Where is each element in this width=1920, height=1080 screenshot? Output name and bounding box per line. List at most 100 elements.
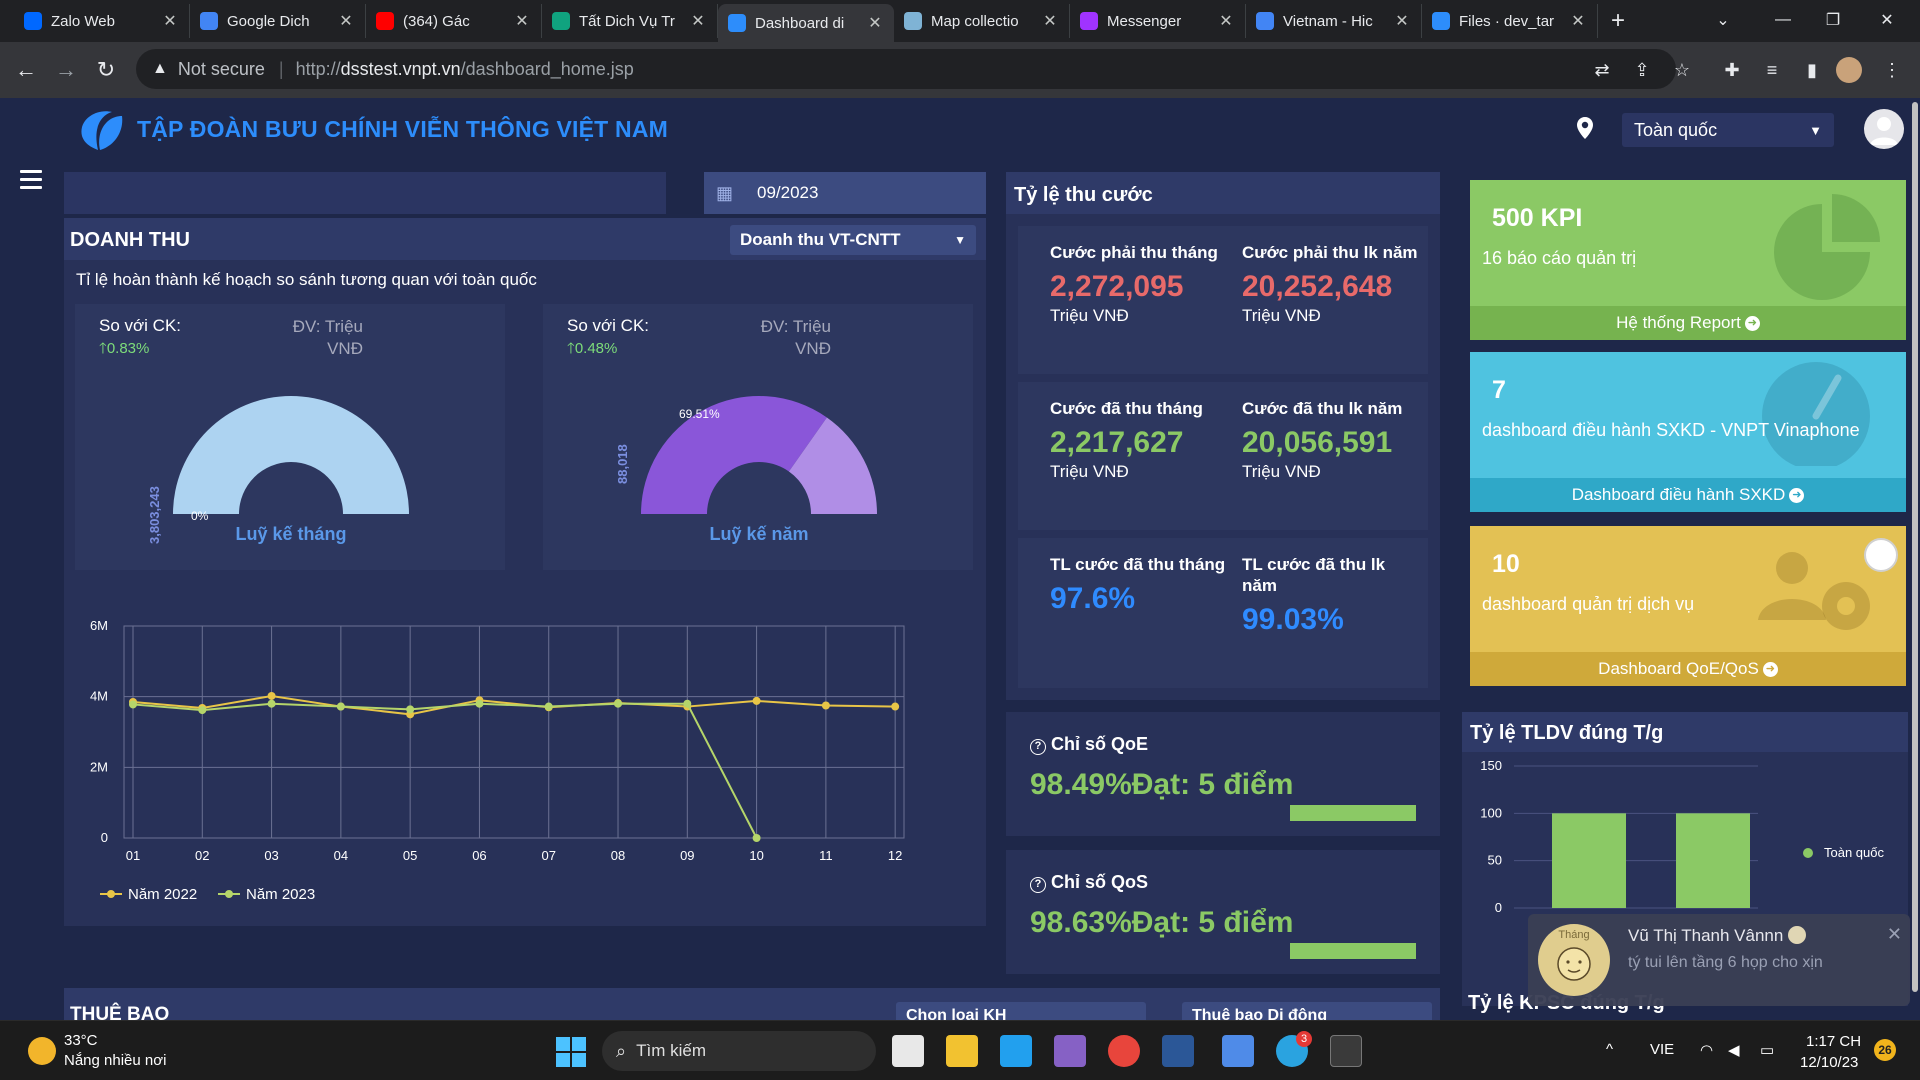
browser-tab[interactable]: (364) Gác ✕	[366, 4, 542, 38]
tldv-bar[interactable]	[1552, 813, 1626, 908]
bookmark-star-icon[interactable]: ☆	[1666, 54, 1698, 86]
browser-tab[interactable]: Vietnam - Hic ✕	[1246, 4, 1422, 38]
menu-kebab-icon[interactable]: ⋮	[1876, 54, 1908, 86]
series-point[interactable]	[821, 701, 830, 710]
vscode-icon[interactable]	[1000, 1035, 1032, 1067]
clock-date[interactable]: 12/10/23	[1800, 1054, 1858, 1071]
tldv-bar[interactable]	[1676, 813, 1750, 908]
wifi-icon[interactable]: ◠	[1700, 1041, 1713, 1059]
customer-type-select[interactable]: Chọn loại KH	[896, 1002, 1146, 1020]
close-tab-icon[interactable]: ✕	[1569, 11, 1587, 31]
legend-label[interactable]: Năm 2023	[246, 886, 315, 902]
scrollbar-thumb[interactable]	[1912, 102, 1918, 992]
series-point[interactable]	[614, 699, 623, 708]
reload-button[interactable]: ↻	[86, 50, 126, 90]
series-point[interactable]	[336, 702, 345, 711]
series-point[interactable]	[267, 699, 276, 708]
kpi-card-link[interactable]: Dashboard điều hành SXKD ➜	[1470, 478, 1906, 512]
share-icon[interactable]: ⇪	[1626, 54, 1658, 86]
chat-notification-toast[interactable]: Tháng Vũ Thị Thanh Vânnn tý tui lên tầng…	[1528, 914, 1910, 1006]
series-point[interactable]	[891, 702, 900, 711]
help-circle-icon[interactable]: ?	[1030, 739, 1046, 755]
media-control-icon[interactable]: ≡	[1756, 54, 1788, 86]
chrome-icon[interactable]	[1108, 1035, 1140, 1067]
close-tab-icon[interactable]: ✕	[1393, 11, 1411, 31]
hamburger-menu-icon[interactable]	[20, 170, 42, 190]
battery-icon[interactable]: ▭	[1760, 1041, 1774, 1059]
browser-tab[interactable]: Tất Dich Vụ Tr ✕	[542, 4, 718, 38]
browser-tab[interactable]: Map collectio ✕	[894, 4, 1070, 38]
close-tab-icon[interactable]: ✕	[1041, 11, 1059, 31]
browser-tab[interactable]: Dashboard di ✕	[718, 4, 894, 42]
side-panel-icon[interactable]: ▮	[1796, 54, 1828, 86]
series-point[interactable]	[544, 702, 553, 711]
word-icon[interactable]	[1162, 1035, 1194, 1067]
revenue-type-select[interactable]: Doanh thu VT-CNTT ▼	[730, 225, 976, 255]
notification-badge[interactable]: 26	[1874, 1039, 1896, 1061]
tab-search-icon[interactable]: ⌄	[1700, 0, 1746, 40]
series-point[interactable]	[752, 834, 761, 842]
notepad-icon[interactable]	[1222, 1035, 1254, 1067]
close-icon[interactable]: ✕	[1887, 924, 1902, 945]
subscriber-type-select[interactable]: Thuê bao Di động	[1182, 1002, 1432, 1020]
close-tab-icon[interactable]: ✕	[513, 11, 531, 31]
user-avatar[interactable]	[1864, 109, 1904, 149]
series-point[interactable]	[198, 706, 207, 715]
profile-icon[interactable]	[1836, 57, 1862, 83]
close-window-button[interactable]: ✕	[1864, 0, 1910, 40]
forward-button[interactable]: →	[46, 50, 86, 90]
close-tab-icon[interactable]: ✕	[337, 11, 355, 31]
legend-label[interactable]: Toàn quốc	[1824, 845, 1884, 860]
chatgpt-float-icon[interactable]	[1864, 538, 1898, 572]
address-separator: |	[278, 58, 284, 79]
clock-time[interactable]: 1:17 CH	[1806, 1033, 1861, 1050]
address-bar[interactable]: ▲ Not secure | http://dsstest.vnpt.vn/da…	[136, 49, 1676, 89]
series-point[interactable]	[683, 699, 692, 708]
browser-tab[interactable]: Zalo Web ✕	[14, 4, 190, 38]
translate-icon[interactable]: ⇄	[1586, 54, 1618, 86]
file-explorer-icon[interactable]	[946, 1035, 978, 1067]
legend-label[interactable]: Năm 2022	[128, 886, 197, 902]
page-scrollbar[interactable]	[1910, 98, 1920, 1016]
site-header: TẬP ĐOÀN BƯU CHÍNH VIỄN THÔNG VIỆT NAM T…	[0, 98, 1920, 160]
minimize-button[interactable]: —	[1760, 0, 1806, 40]
visual-studio-icon[interactable]	[1054, 1035, 1086, 1067]
kpi-card-link[interactable]: Hệ thống Report ➜	[1470, 306, 1906, 340]
close-tab-icon[interactable]: ✕	[161, 11, 179, 31]
weather-sun-icon[interactable]	[28, 1037, 56, 1065]
kpi-card[interactable]: 10 dashboard quản trị dịch vụ Dashboard Qo…	[1470, 526, 1906, 686]
series-point[interactable]	[129, 700, 137, 709]
browser-tab[interactable]: Google Dich ✕	[190, 4, 366, 38]
snipping-tool-icon[interactable]	[892, 1035, 924, 1067]
close-tab-icon[interactable]: ✕	[689, 11, 707, 31]
series-point[interactable]	[475, 699, 484, 708]
map-icon	[904, 12, 922, 30]
region-select[interactable]: Toàn quốc ▼	[1622, 113, 1834, 147]
close-tab-icon[interactable]: ✕	[1217, 11, 1235, 31]
tray-overflow-icon[interactable]: ^	[1606, 1041, 1613, 1058]
close-tab-icon[interactable]: ✕	[866, 13, 884, 33]
weather-temperature[interactable]: 33°C	[64, 1032, 98, 1049]
vnpt-logo[interactable]	[76, 106, 126, 156]
series-point[interactable]	[406, 705, 415, 714]
new-tab-button[interactable]: +	[1598, 4, 1638, 38]
language-indicator[interactable]: VIE	[1650, 1041, 1674, 1058]
gauge-filled-arc	[641, 396, 827, 514]
maximize-button[interactable]: ❐	[1810, 0, 1856, 40]
volume-icon[interactable]: ◀	[1728, 1041, 1740, 1059]
month-picker[interactable]: ▦ 09/2023	[704, 172, 986, 214]
extensions-icon[interactable]: ✚	[1716, 54, 1748, 86]
back-button[interactable]: ←	[6, 50, 46, 90]
series-point[interactable]	[752, 696, 761, 705]
browser-tab[interactable]: Files · dev_tar ✕	[1422, 4, 1598, 38]
browser-tab[interactable]: Messenger ✕	[1070, 4, 1246, 38]
terminal-icon[interactable]	[1330, 1035, 1362, 1067]
kpi-card[interactable]: 7 dashboard điều hành SXKD - VNPT Vinapho…	[1470, 352, 1906, 512]
weather-description[interactable]: Nắng nhiều nơi	[64, 1052, 166, 1069]
taskbar-search[interactable]: ⌕ Tìm kiếm	[602, 1031, 876, 1071]
windows-start-icon[interactable]	[556, 1037, 586, 1067]
help-circle-icon[interactable]: ?	[1030, 877, 1046, 893]
kpi-card[interactable]: 500 KPI 16 báo cáo quản trị Hệ thống Repor…	[1470, 180, 1906, 340]
kpi-card-link[interactable]: Dashboard QoE/QoS ➜	[1470, 652, 1906, 686]
series-point[interactable]	[267, 691, 276, 700]
